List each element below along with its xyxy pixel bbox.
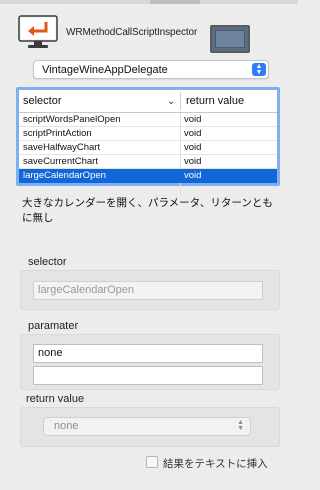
- parameter-field-2[interactable]: [33, 366, 263, 385]
- window-preview-icon[interactable]: [210, 25, 250, 53]
- selector-section-box: largeCalendarOpen: [20, 270, 280, 310]
- table-row[interactable]: saveCurrentChart void: [19, 155, 277, 169]
- method-description: 大きなカレンダーを開く、パラメータ、リターンともに無し: [22, 197, 273, 224]
- window-title: WRMethodCallScriptInspector: [66, 27, 198, 38]
- table-row-selected[interactable]: largeCalendarOpen void: [19, 169, 277, 183]
- selector-section-label: selector: [28, 256, 67, 268]
- chevron-up-down-icon: ▲ ▼: [237, 419, 244, 432]
- cell-return-value: void: [184, 114, 202, 125]
- insert-result-label[interactable]: 結果をテキストに挿入: [163, 456, 268, 471]
- cell-return-value: void: [184, 128, 202, 139]
- table-row-empty[interactable]: [19, 183, 277, 196]
- cell-selector: saveCurrentChart: [23, 156, 98, 167]
- return-value-popup-label: none: [54, 420, 79, 432]
- table-row[interactable]: scriptWordsPanelOpen void: [19, 113, 277, 127]
- column-header-selector[interactable]: selector: [23, 90, 179, 112]
- cell-selector: scriptWordsPanelOpen: [23, 114, 121, 125]
- table-row[interactable]: saveHalfwayChart void: [19, 141, 277, 155]
- chevron-down-icon[interactable]: ⌄: [167, 96, 175, 107]
- script-arrow-icon: [18, 14, 58, 50]
- cell-return-value: void: [184, 142, 202, 153]
- cell-selector: scriptPrintAction: [23, 128, 92, 139]
- table-header: selector ⌄ return value: [19, 90, 277, 113]
- insert-result-checkbox[interactable]: [146, 456, 158, 468]
- column-divider[interactable]: [180, 92, 181, 110]
- return-section-label: return value: [26, 393, 85, 405]
- delegate-popup-label: VintageWineAppDelegate: [42, 64, 168, 76]
- chevron-up-down-icon: ▲ ▼: [252, 63, 266, 76]
- parameter-field-1[interactable]: none: [33, 344, 263, 363]
- table-row[interactable]: scriptPrintAction void: [19, 127, 277, 141]
- selector-table[interactable]: selector ⌄ return value scriptWordsPanel…: [16, 87, 280, 196]
- column-header-return-value[interactable]: return value: [182, 90, 278, 112]
- parameter-section-label: paramater: [28, 320, 79, 332]
- return-section-box: none ▲ ▼: [20, 407, 280, 447]
- title-bar-strip: [0, 0, 298, 4]
- cell-return-value: void: [184, 170, 202, 181]
- cell-selector: largeCalendarOpen: [23, 170, 106, 181]
- selector-field: largeCalendarOpen: [33, 281, 263, 300]
- delegate-popup[interactable]: VintageWineAppDelegate ▲ ▼: [33, 60, 269, 79]
- parameter-section-box: none: [20, 334, 280, 390]
- cell-selector: saveHalfwayChart: [23, 142, 101, 153]
- cell-return-value: void: [184, 156, 202, 167]
- return-value-popup: none ▲ ▼: [43, 417, 251, 436]
